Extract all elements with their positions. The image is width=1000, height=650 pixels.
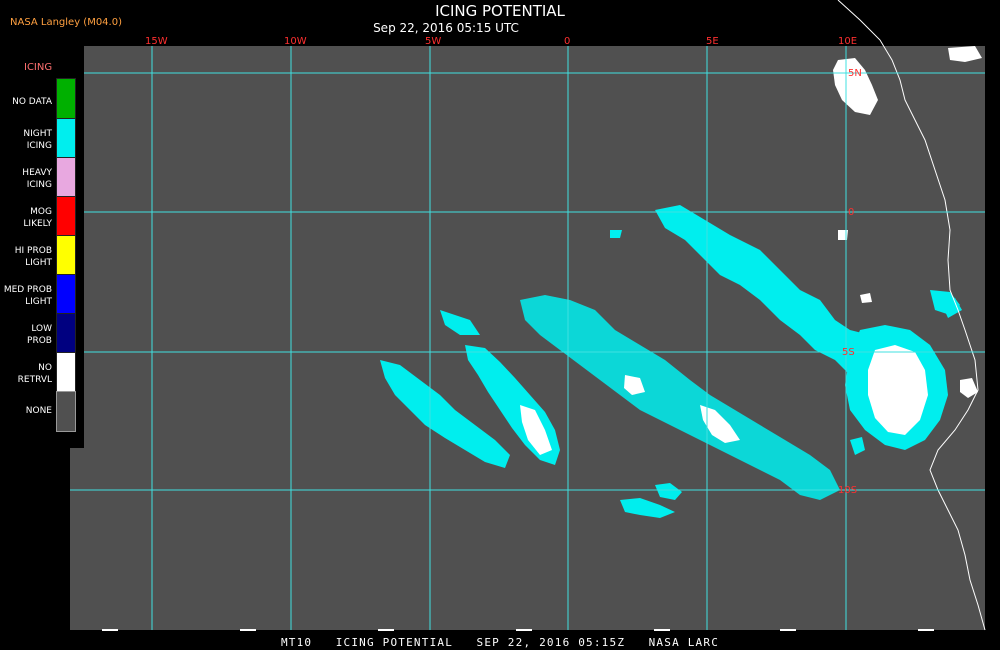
legend-label-none: NONE <box>25 406 52 416</box>
legend-swatch-hi-prob-light <box>56 235 76 276</box>
footer-caption: MT10 ICING POTENTIAL SEP 22, 2016 05:15Z… <box>280 636 720 649</box>
legend-label-mog-likely: MOG LIKELY <box>23 207 52 229</box>
datetime-label: Sep 22, 2016 05:15 UTC <box>373 21 519 35</box>
lon-label-10W: 10W <box>284 36 307 47</box>
legend-label-heavy-icing: HEAVY ICING <box>22 168 52 190</box>
legend-swatch-none <box>56 391 76 432</box>
legend-label-hi-prob-light: HI PROB LIGHT <box>14 246 52 268</box>
lon-label-0: 0 <box>564 36 570 47</box>
lat-label-0: 0 <box>848 207 854 218</box>
legend-label-low-prob: LOW PROB <box>27 324 52 346</box>
icing-map: 15W 10W 5W 0 5E 10E 5N 0 5S 10S <box>0 0 1000 650</box>
lat-label-10S: 10S <box>838 485 857 496</box>
legend-title: ICING <box>24 62 53 73</box>
legend: ICING NO DATA NIGHT ICING HEAVY ICING MO… <box>0 60 84 438</box>
lon-label-10E: 10E <box>838 36 857 47</box>
chart-title: ICING POTENTIAL <box>435 2 565 20</box>
lon-label-5E: 5E <box>706 36 719 47</box>
legend-label-med-prob-light: MED PROB LIGHT <box>3 285 52 307</box>
legend-swatch-mog-likely <box>56 196 76 237</box>
lat-label-5S: 5S <box>842 347 855 358</box>
lat-label-5N: 5N <box>848 68 862 79</box>
lon-label-5W: 5W <box>425 36 441 47</box>
legend-swatch-night-icing <box>56 118 76 159</box>
legend-swatch-no-data <box>56 78 76 119</box>
legend-label-no-data: NO DATA <box>12 97 52 107</box>
legend-label-night-icing: NIGHT ICING <box>23 129 52 151</box>
legend-swatch-heavy-icing <box>56 157 76 198</box>
legend-label-no-retrvl: NO RETRVL <box>17 363 52 385</box>
lon-label-15W: 15W <box>145 36 168 47</box>
legend-swatch-no-retrvl <box>56 352 76 393</box>
legend-swatch-low-prob <box>56 313 76 354</box>
legend-swatch-med-prob-light <box>56 274 76 315</box>
